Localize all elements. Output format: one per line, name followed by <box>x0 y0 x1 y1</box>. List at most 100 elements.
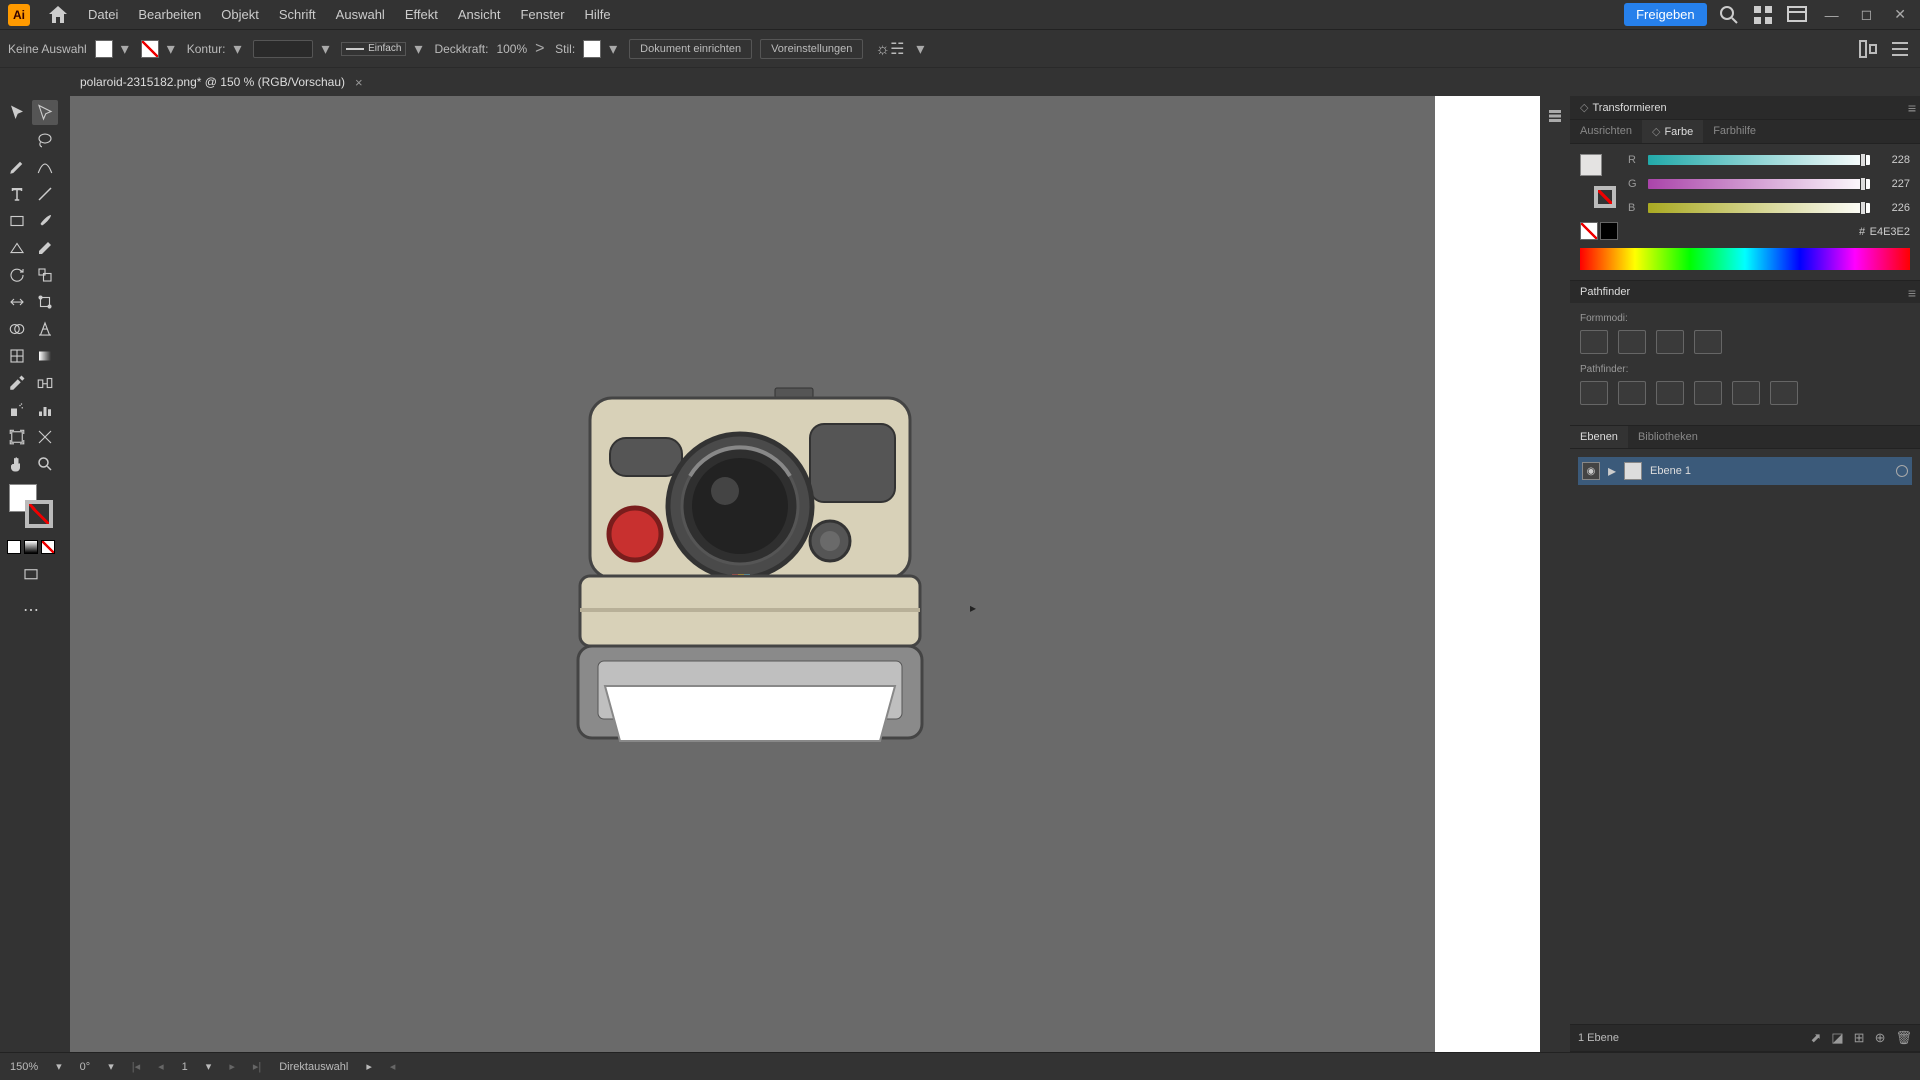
document-setup-button[interactable]: Dokument einrichten <box>629 39 752 59</box>
rectangle-tool[interactable] <box>4 208 30 233</box>
delete-layer-icon[interactable]: 🗑 <box>1895 1030 1912 1046</box>
gradient-tool[interactable] <box>32 343 58 368</box>
opacity-dropdown-icon[interactable]: > <box>535 40 547 58</box>
zoom-tool[interactable] <box>32 451 58 476</box>
document-tab[interactable]: polaroid-2315182.png* @ 150 % (RGB/Vorsc… <box>70 71 373 94</box>
eraser-tool[interactable] <box>32 235 58 260</box>
mesh-tool[interactable] <box>4 343 30 368</box>
magic-wand-tool[interactable] <box>4 127 30 152</box>
column-graph-tool[interactable] <box>32 397 58 422</box>
rotate-view[interactable]: 0° <box>80 1061 91 1073</box>
rotate-dropdown-icon[interactable]: ▾ <box>108 1060 114 1073</box>
r-value[interactable]: 228 <box>1878 154 1910 166</box>
unite-button[interactable] <box>1580 330 1608 354</box>
stroke-profile-dropdown-icon[interactable]: ▾ <box>414 39 426 59</box>
arrange-windows-icon[interactable] <box>1785 3 1809 27</box>
g-value[interactable]: 227 <box>1878 178 1910 190</box>
color-panel-tab[interactable]: ◇Farbe <box>1642 120 1703 143</box>
arrange-grid-icon[interactable] <box>1751 3 1775 27</box>
artboard-dropdown-icon[interactable]: ▾ <box>206 1060 212 1073</box>
scale-tool[interactable] <box>32 262 58 287</box>
layers-panel-menu-icon[interactable]: ≡ <box>1908 100 1916 116</box>
zoom-dropdown-icon[interactable]: ▾ <box>56 1060 62 1073</box>
window-minimize-icon[interactable]: — <box>1819 7 1845 23</box>
stroke-weight-dropdown-icon[interactable]: ▾ <box>233 39 245 59</box>
artboard-nav-prev-icon[interactable]: ◂ <box>158 1060 164 1073</box>
share-button[interactable]: Freigeben <box>1624 3 1707 26</box>
layer-name[interactable]: Ebene 1 <box>1650 465 1691 477</box>
color-spectrum[interactable] <box>1580 248 1910 270</box>
color-mode-none[interactable] <box>41 540 55 554</box>
stroke-color-box[interactable] <box>25 500 53 528</box>
menu-help[interactable]: Hilfe <box>575 7 621 22</box>
perspective-grid-tool[interactable] <box>32 316 58 341</box>
color-panel-stroke-swatch[interactable] <box>1594 186 1616 208</box>
zoom-level[interactable]: 150% <box>10 1061 38 1073</box>
tab-close-icon[interactable]: × <box>355 75 363 90</box>
stroke-profile-preview[interactable]: Einfach <box>341 42 406 56</box>
window-maximize-icon[interactable]: ◻ <box>1855 6 1879 23</box>
minus-front-button[interactable] <box>1618 330 1646 354</box>
color-mode-solid[interactable] <box>7 540 21 554</box>
g-slider[interactable] <box>1648 179 1870 189</box>
type-tool[interactable] <box>4 181 30 206</box>
status-menu-icon[interactable]: ▸ <box>366 1060 372 1073</box>
fill-swatch[interactable] <box>95 40 113 58</box>
fill-stroke-indicator[interactable] <box>9 484 53 528</box>
slice-tool[interactable] <box>32 424 58 449</box>
align-options-icon[interactable] <box>1856 37 1880 61</box>
color-mode-gradient[interactable] <box>24 540 38 554</box>
color-guide-panel-tab[interactable]: Farbhilfe <box>1703 120 1766 143</box>
presets-button[interactable]: Voreinstellungen <box>760 39 863 59</box>
menu-type[interactable]: Schrift <box>269 7 326 22</box>
divide-button[interactable] <box>1580 381 1608 405</box>
menu-select[interactable]: Auswahl <box>326 7 395 22</box>
b-value[interactable]: 226 <box>1878 202 1910 214</box>
hex-value[interactable]: E4E3E2 <box>1870 226 1910 238</box>
selection-tool[interactable] <box>4 100 30 125</box>
paintbrush-tool[interactable] <box>32 208 58 233</box>
opacity-value[interactable]: 100% <box>496 42 527 56</box>
minus-back-button[interactable] <box>1770 381 1798 405</box>
line-segment-tool[interactable] <box>32 181 58 206</box>
menu-edit[interactable]: Bearbeiten <box>128 7 211 22</box>
transform-panel-tab[interactable]: ◇Transformieren ≡ <box>1570 96 1920 119</box>
fill-dropdown-icon[interactable]: ▾ <box>121 39 133 59</box>
trim-button[interactable] <box>1618 381 1646 405</box>
menu-window[interactable]: Fenster <box>510 7 574 22</box>
r-slider[interactable] <box>1648 155 1870 165</box>
artboard-nav-last-icon[interactable]: ▸| <box>253 1060 261 1073</box>
canvas[interactable]: ▸ <box>70 96 1540 1052</box>
libraries-panel-tab[interactable]: Bibliotheken <box>1628 426 1708 448</box>
new-layer-icon[interactable]: ⊕ <box>1875 1030 1886 1046</box>
direct-selection-tool[interactable] <box>32 100 58 125</box>
merge-button[interactable] <box>1656 381 1684 405</box>
exclude-button[interactable] <box>1694 330 1722 354</box>
hand-tool[interactable] <box>4 451 30 476</box>
color-none-swatch[interactable] <box>1580 222 1598 240</box>
stroke-swatch[interactable] <box>141 40 159 58</box>
stroke-weight-caret-icon[interactable]: ▾ <box>321 39 333 59</box>
layer-visibility-icon[interactable]: ◉ <box>1582 462 1600 480</box>
window-close-icon[interactable]: ✕ <box>1888 6 1912 23</box>
artboard-nav-next-icon[interactable]: ▸ <box>229 1060 235 1073</box>
align-panel-tab[interactable]: Ausrichten <box>1570 120 1642 143</box>
free-transform-tool[interactable] <box>32 289 58 314</box>
stroke-weight-input[interactable] <box>253 40 313 58</box>
crop-button[interactable] <box>1694 381 1722 405</box>
pathfinder-panel-menu-icon[interactable]: ≡ <box>1908 285 1916 301</box>
style-dropdown-icon[interactable]: ▾ <box>609 39 621 59</box>
blend-tool[interactable] <box>32 370 58 395</box>
pathfinder-panel-tab[interactable]: Pathfinder ≡ <box>1570 281 1920 303</box>
shape-builder-tool[interactable] <box>4 316 30 341</box>
home-icon[interactable] <box>46 3 70 27</box>
artboard-nav-first-icon[interactable]: |◂ <box>132 1060 140 1073</box>
shaper-tool[interactable] <box>4 235 30 260</box>
outline-button[interactable] <box>1732 381 1760 405</box>
scroll-left-icon[interactable]: ◂ <box>390 1060 396 1073</box>
menu-view[interactable]: Ansicht <box>448 7 511 22</box>
menu-file[interactable]: Datei <box>78 7 128 22</box>
b-slider[interactable] <box>1648 203 1870 213</box>
options-more-icon[interactable] <box>1888 37 1912 61</box>
eyedropper-tool[interactable] <box>4 370 30 395</box>
